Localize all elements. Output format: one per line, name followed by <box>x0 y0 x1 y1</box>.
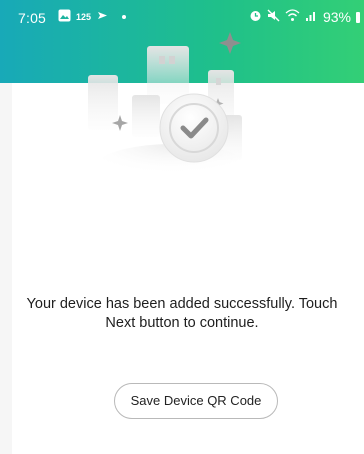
signal-icon <box>305 9 318 25</box>
success-message-line-2: Next button to continue. <box>105 315 259 331</box>
dot-icon <box>122 15 127 19</box>
success-message: Your device has been added successfully.… <box>0 295 364 333</box>
wifi-icon <box>285 9 300 25</box>
status-time: 7:05 <box>18 10 47 26</box>
save-device-qr-code-button[interactable]: Save Device QR Code <box>114 383 278 419</box>
battery-percent: 93% <box>322 9 351 25</box>
success-checkmark-icon <box>88 32 252 190</box>
success-message-line-1: Your device has been added successfully.… <box>26 296 338 312</box>
battery-icon <box>356 11 360 23</box>
